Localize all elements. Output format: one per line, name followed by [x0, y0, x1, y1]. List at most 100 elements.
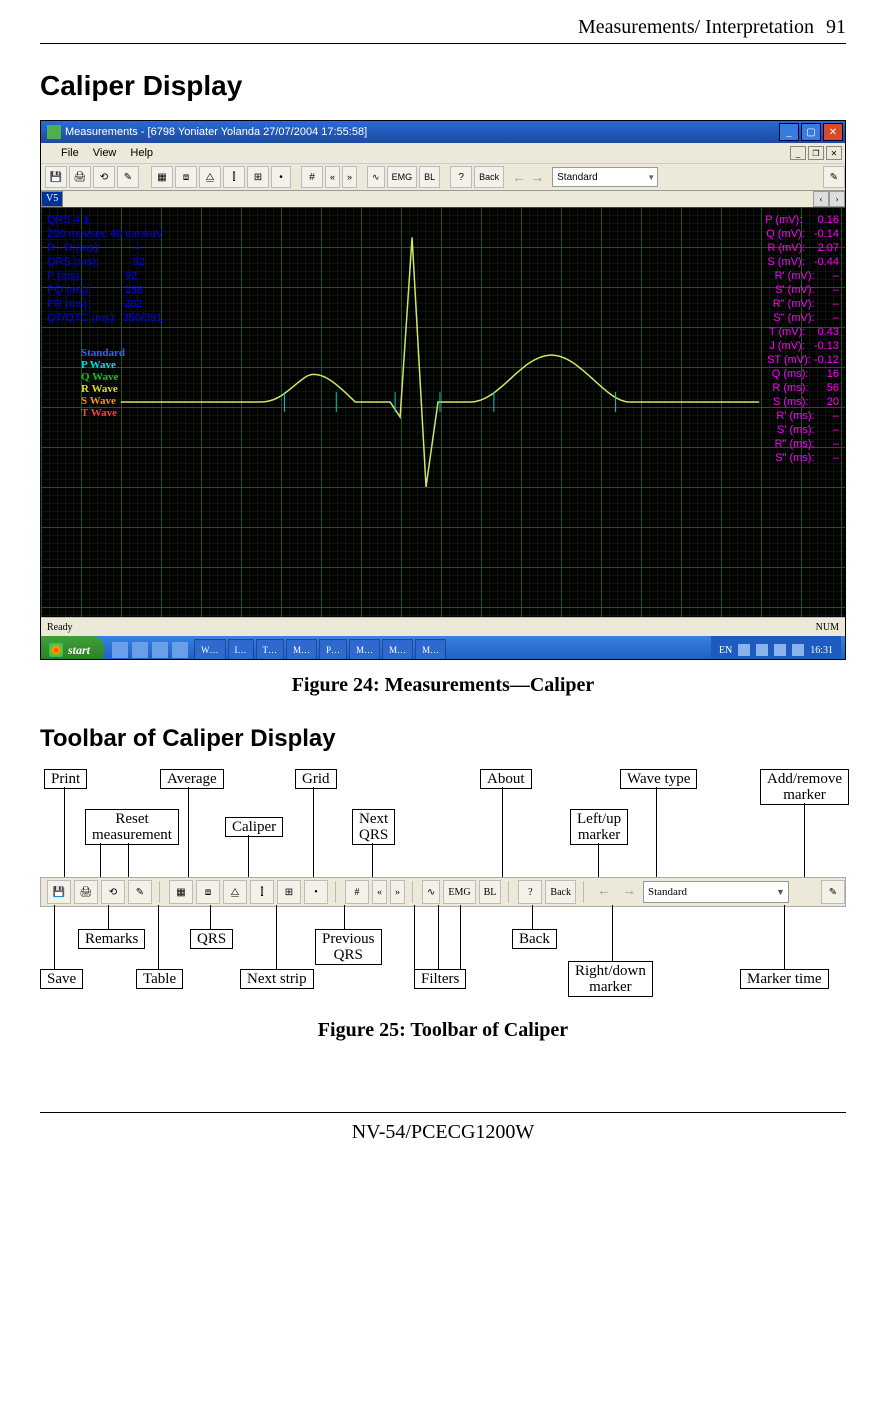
maximize-button[interactable]: ▢: [801, 123, 821, 141]
next-strip-icon[interactable]: ⊞: [277, 880, 301, 904]
label-qrs: QRS: [190, 929, 233, 949]
footer: NV-54/PCECG1200W: [40, 1112, 846, 1144]
left-measurements: QRS # 1 200 mm/sec 40 mm/mV R - R (ms): …: [47, 213, 163, 325]
table-icon[interactable]: ▦: [151, 166, 173, 188]
grid-icon[interactable]: #: [301, 166, 323, 188]
tray-icon[interactable]: [756, 644, 768, 656]
average-icon[interactable]: ⧈: [196, 880, 220, 904]
label-caliper: Caliper: [225, 817, 283, 837]
scroll-left-button[interactable]: ‹: [813, 191, 829, 207]
right-measurements: P (mV): 0.16 Q (mV): -0.14 R (mV): 2.07 …: [765, 213, 839, 465]
header-section: Measurements/ Interpretation: [578, 16, 814, 39]
child-min-button[interactable]: _: [790, 146, 806, 160]
filter-bl-button[interactable]: BL: [419, 166, 440, 188]
taskbar-tasks: W… I… T… M… P… M… M… M…: [194, 639, 711, 660]
reset-icon[interactable]: ⟲: [93, 166, 115, 188]
left-arrow-icon[interactable]: ←: [512, 169, 526, 185]
tray-icon[interactable]: [792, 644, 804, 656]
label-about: About: [480, 769, 532, 789]
taskbar-task[interactable]: T…: [256, 639, 285, 660]
label-reset-measurement: Reset measurement: [85, 809, 179, 845]
caliper-icon[interactable]: ⫿: [250, 880, 274, 904]
lang-indicator[interactable]: EN: [719, 645, 732, 656]
print-icon[interactable]: 🖨: [69, 166, 91, 188]
close-button[interactable]: ✕: [823, 123, 843, 141]
wave-type-value: Standard: [648, 886, 687, 898]
minimize-button[interactable]: _: [779, 123, 799, 141]
back-button[interactable]: Back: [474, 166, 504, 188]
back-button[interactable]: Back: [545, 880, 576, 904]
remarks-icon[interactable]: ✎: [117, 166, 139, 188]
filter-bl-button[interactable]: BL: [479, 880, 502, 904]
left-arrow-icon[interactable]: ←: [593, 884, 615, 900]
table-icon[interactable]: ▦: [169, 880, 193, 904]
status-bar: Ready NUM: [41, 617, 845, 636]
taskbar: start W… I… T… M… P… M… M… M… EN: [41, 636, 845, 660]
caliper-icon[interactable]: ⫿: [223, 166, 245, 188]
menu-view[interactable]: View: [93, 147, 117, 159]
right-arrow-icon[interactable]: →: [530, 169, 544, 185]
ruler-icon[interactable]: •: [304, 880, 328, 904]
label-save: Save: [40, 969, 83, 989]
prev-qrs-button[interactable]: «: [325, 166, 340, 188]
label-left-up-marker: Left/up marker: [570, 809, 628, 845]
reset-icon[interactable]: ⟲: [101, 880, 125, 904]
figure-25-caption: Figure 25: Toolbar of Caliper: [40, 1019, 846, 1042]
grid-icon[interactable]: #: [345, 880, 369, 904]
remarks-icon[interactable]: ✎: [128, 880, 152, 904]
taskbar-task[interactable]: M…: [415, 639, 446, 660]
wave-type-dropdown[interactable]: Standard ▼: [643, 881, 789, 903]
label-back: Back: [512, 929, 557, 949]
save-icon[interactable]: 💾: [47, 880, 71, 904]
child-restore-button[interactable]: ❐: [808, 146, 824, 160]
menu-file[interactable]: File: [61, 147, 79, 159]
save-icon[interactable]: 💾: [45, 166, 67, 188]
ecg-grid-area[interactable]: QRS # 1 200 mm/sec 40 mm/mV R - R (ms): …: [41, 207, 845, 617]
marker-icon[interactable]: ✎: [823, 166, 845, 188]
window-titlebar[interactable]: Measurements - [6798 Yoniater Yolanda 27…: [41, 121, 845, 143]
filter-wave-button[interactable]: ∿: [422, 880, 440, 904]
label-marker-time: Marker time: [740, 969, 829, 989]
next-strip-icon[interactable]: ⊞: [247, 166, 269, 188]
quicklaunch: [112, 642, 188, 658]
next-qrs-button[interactable]: »: [342, 166, 357, 188]
quicklaunch-icon[interactable]: [112, 642, 128, 658]
average-icon[interactable]: ⧈: [175, 166, 197, 188]
filter-emg-button[interactable]: EMG: [443, 880, 475, 904]
label-filters: Filters: [414, 969, 466, 989]
taskbar-task[interactable]: W…: [194, 639, 226, 660]
qrs-icon[interactable]: ⧋: [223, 880, 247, 904]
chevron-down-icon: ▼: [647, 173, 655, 182]
scroll-right-button[interactable]: ›: [829, 191, 845, 207]
tray-icon[interactable]: [774, 644, 786, 656]
qrs-icon[interactable]: ⧋: [199, 166, 221, 188]
label-grid: Grid: [295, 769, 337, 789]
about-icon[interactable]: ?: [518, 880, 542, 904]
marker-icon[interactable]: ✎: [821, 880, 845, 904]
child-close-button[interactable]: ✕: [826, 146, 842, 160]
prev-qrs-button[interactable]: «: [372, 880, 387, 904]
quicklaunch-icon[interactable]: [172, 642, 188, 658]
print-icon[interactable]: 🖨: [74, 880, 98, 904]
taskbar-task[interactable]: M…: [382, 639, 413, 660]
status-ready: Ready: [47, 622, 73, 633]
clock[interactable]: 16:31: [810, 645, 833, 656]
quicklaunch-icon[interactable]: [132, 642, 148, 658]
status-num: NUM: [816, 622, 839, 633]
next-qrs-button[interactable]: »: [390, 880, 405, 904]
taskbar-task[interactable]: M…: [286, 639, 317, 660]
menu-help[interactable]: Help: [130, 147, 153, 159]
taskbar-task[interactable]: I…: [228, 639, 254, 660]
about-icon[interactable]: ?: [450, 166, 472, 188]
wave-type-dropdown[interactable]: Standard ▼: [552, 167, 658, 187]
filter-emg-button[interactable]: EMG: [387, 166, 418, 188]
start-button[interactable]: start: [41, 636, 104, 660]
taskbar-task[interactable]: M…: [349, 639, 380, 660]
taskbar-task[interactable]: P…: [319, 639, 347, 660]
quicklaunch-icon[interactable]: [152, 642, 168, 658]
filter-wave-button[interactable]: ∿: [367, 166, 385, 188]
right-arrow-icon[interactable]: →: [618, 884, 640, 900]
ruler-icon[interactable]: •: [271, 166, 291, 188]
label-previous-qrs: Previous QRS: [315, 929, 382, 965]
tray-icon[interactable]: [738, 644, 750, 656]
